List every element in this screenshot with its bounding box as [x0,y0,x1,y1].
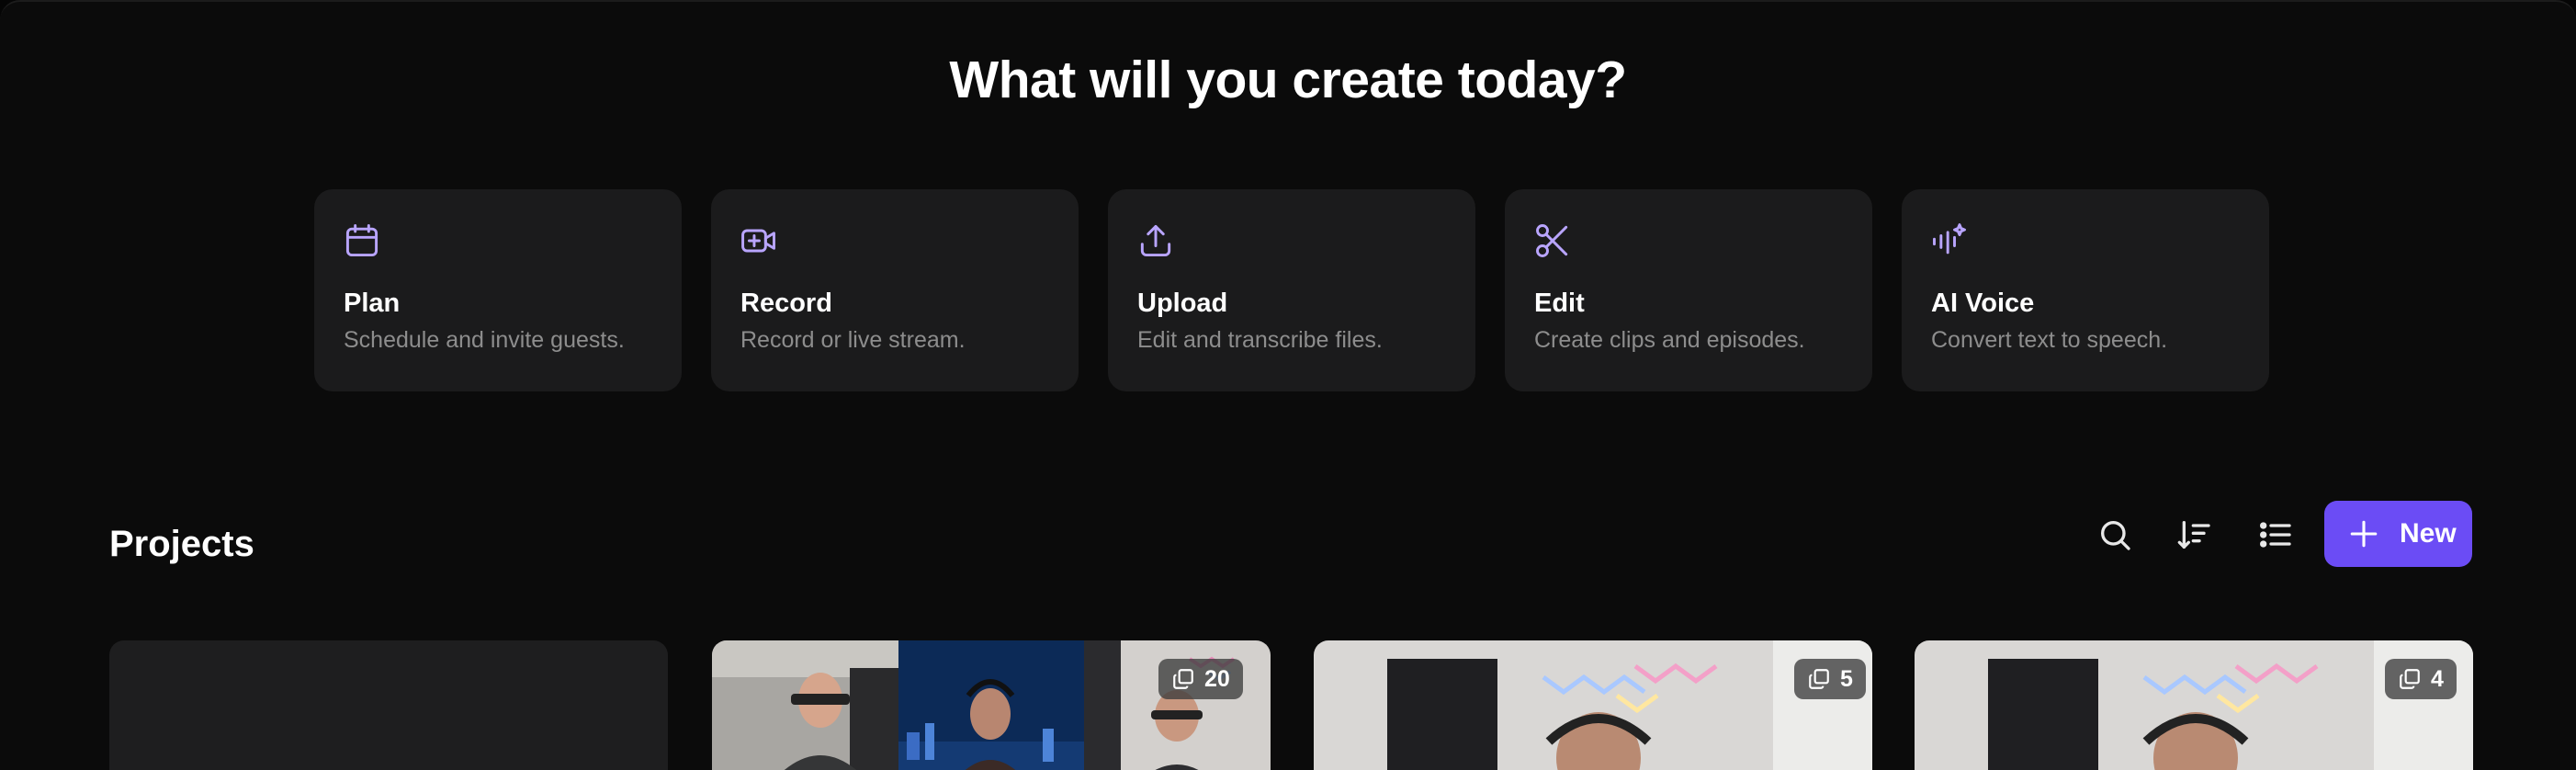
card-subtitle: Schedule and invite guests. [344,327,625,353]
card-subtitle: Record or live stream. [740,327,966,353]
clip-count: 4 [2431,665,2444,692]
calendar-icon [342,221,382,261]
stack-icon [2398,667,2422,691]
card-subtitle: Edit and transcribe files. [1137,327,1383,353]
clip-count: 20 [1204,665,1230,692]
clip-count: 5 [1840,665,1853,692]
scissors-icon [1532,221,1573,261]
card-title: Edit [1534,289,1585,318]
ai-voice-card[interactable]: AI Voice Convert text to speech. [1902,189,2269,391]
search-button[interactable] [2093,513,2137,557]
list-view-icon [2259,522,2291,548]
project-tile[interactable]: 4 [1915,640,2473,770]
view-toggle-button[interactable] [2254,513,2298,557]
plus-icon [2348,518,2379,549]
stack-icon [1807,667,1831,691]
card-subtitle: Create clips and episodes. [1534,327,1805,353]
sort-button[interactable] [2173,513,2217,557]
card-title: Plan [344,289,401,318]
card-title: AI Voice [1931,289,2035,318]
clip-count-badge: 20 [1158,659,1243,699]
project-thumbnail [1314,640,1872,770]
edit-card[interactable]: Edit Create clips and episodes. [1505,189,1872,391]
new-project-button[interactable]: New [2324,501,2472,567]
card-subtitle: Convert text to speech. [1931,327,2168,353]
clip-count-badge: 5 [1794,659,1866,699]
upload-card[interactable]: Upload Edit and transcribe files. [1108,189,1475,391]
clip-count-badge: 4 [2385,659,2457,699]
project-tile[interactable]: 5 [1314,640,1872,770]
upload-icon [1135,221,1176,261]
video-plus-icon [739,221,779,261]
search-icon [2101,521,2130,550]
record-card[interactable]: Record Record or live stream. [711,189,1079,391]
new-button-label: New [2400,518,2457,549]
projects-heading: Projects [109,524,254,564]
ai-waveform-icon [1929,221,1970,261]
stack-icon [1171,667,1195,691]
project-tile-empty[interactable] [109,640,668,770]
app-window: What will you create today? Plan Schedul… [0,0,2576,770]
page-headline: What will you create today? [949,51,1627,109]
sort-icon [2177,521,2210,549]
card-title: Record [740,289,832,318]
plan-card[interactable]: Plan Schedule and invite guests. [314,189,682,391]
project-tile[interactable]: 20 [712,640,1271,770]
card-title: Upload [1137,289,1228,318]
